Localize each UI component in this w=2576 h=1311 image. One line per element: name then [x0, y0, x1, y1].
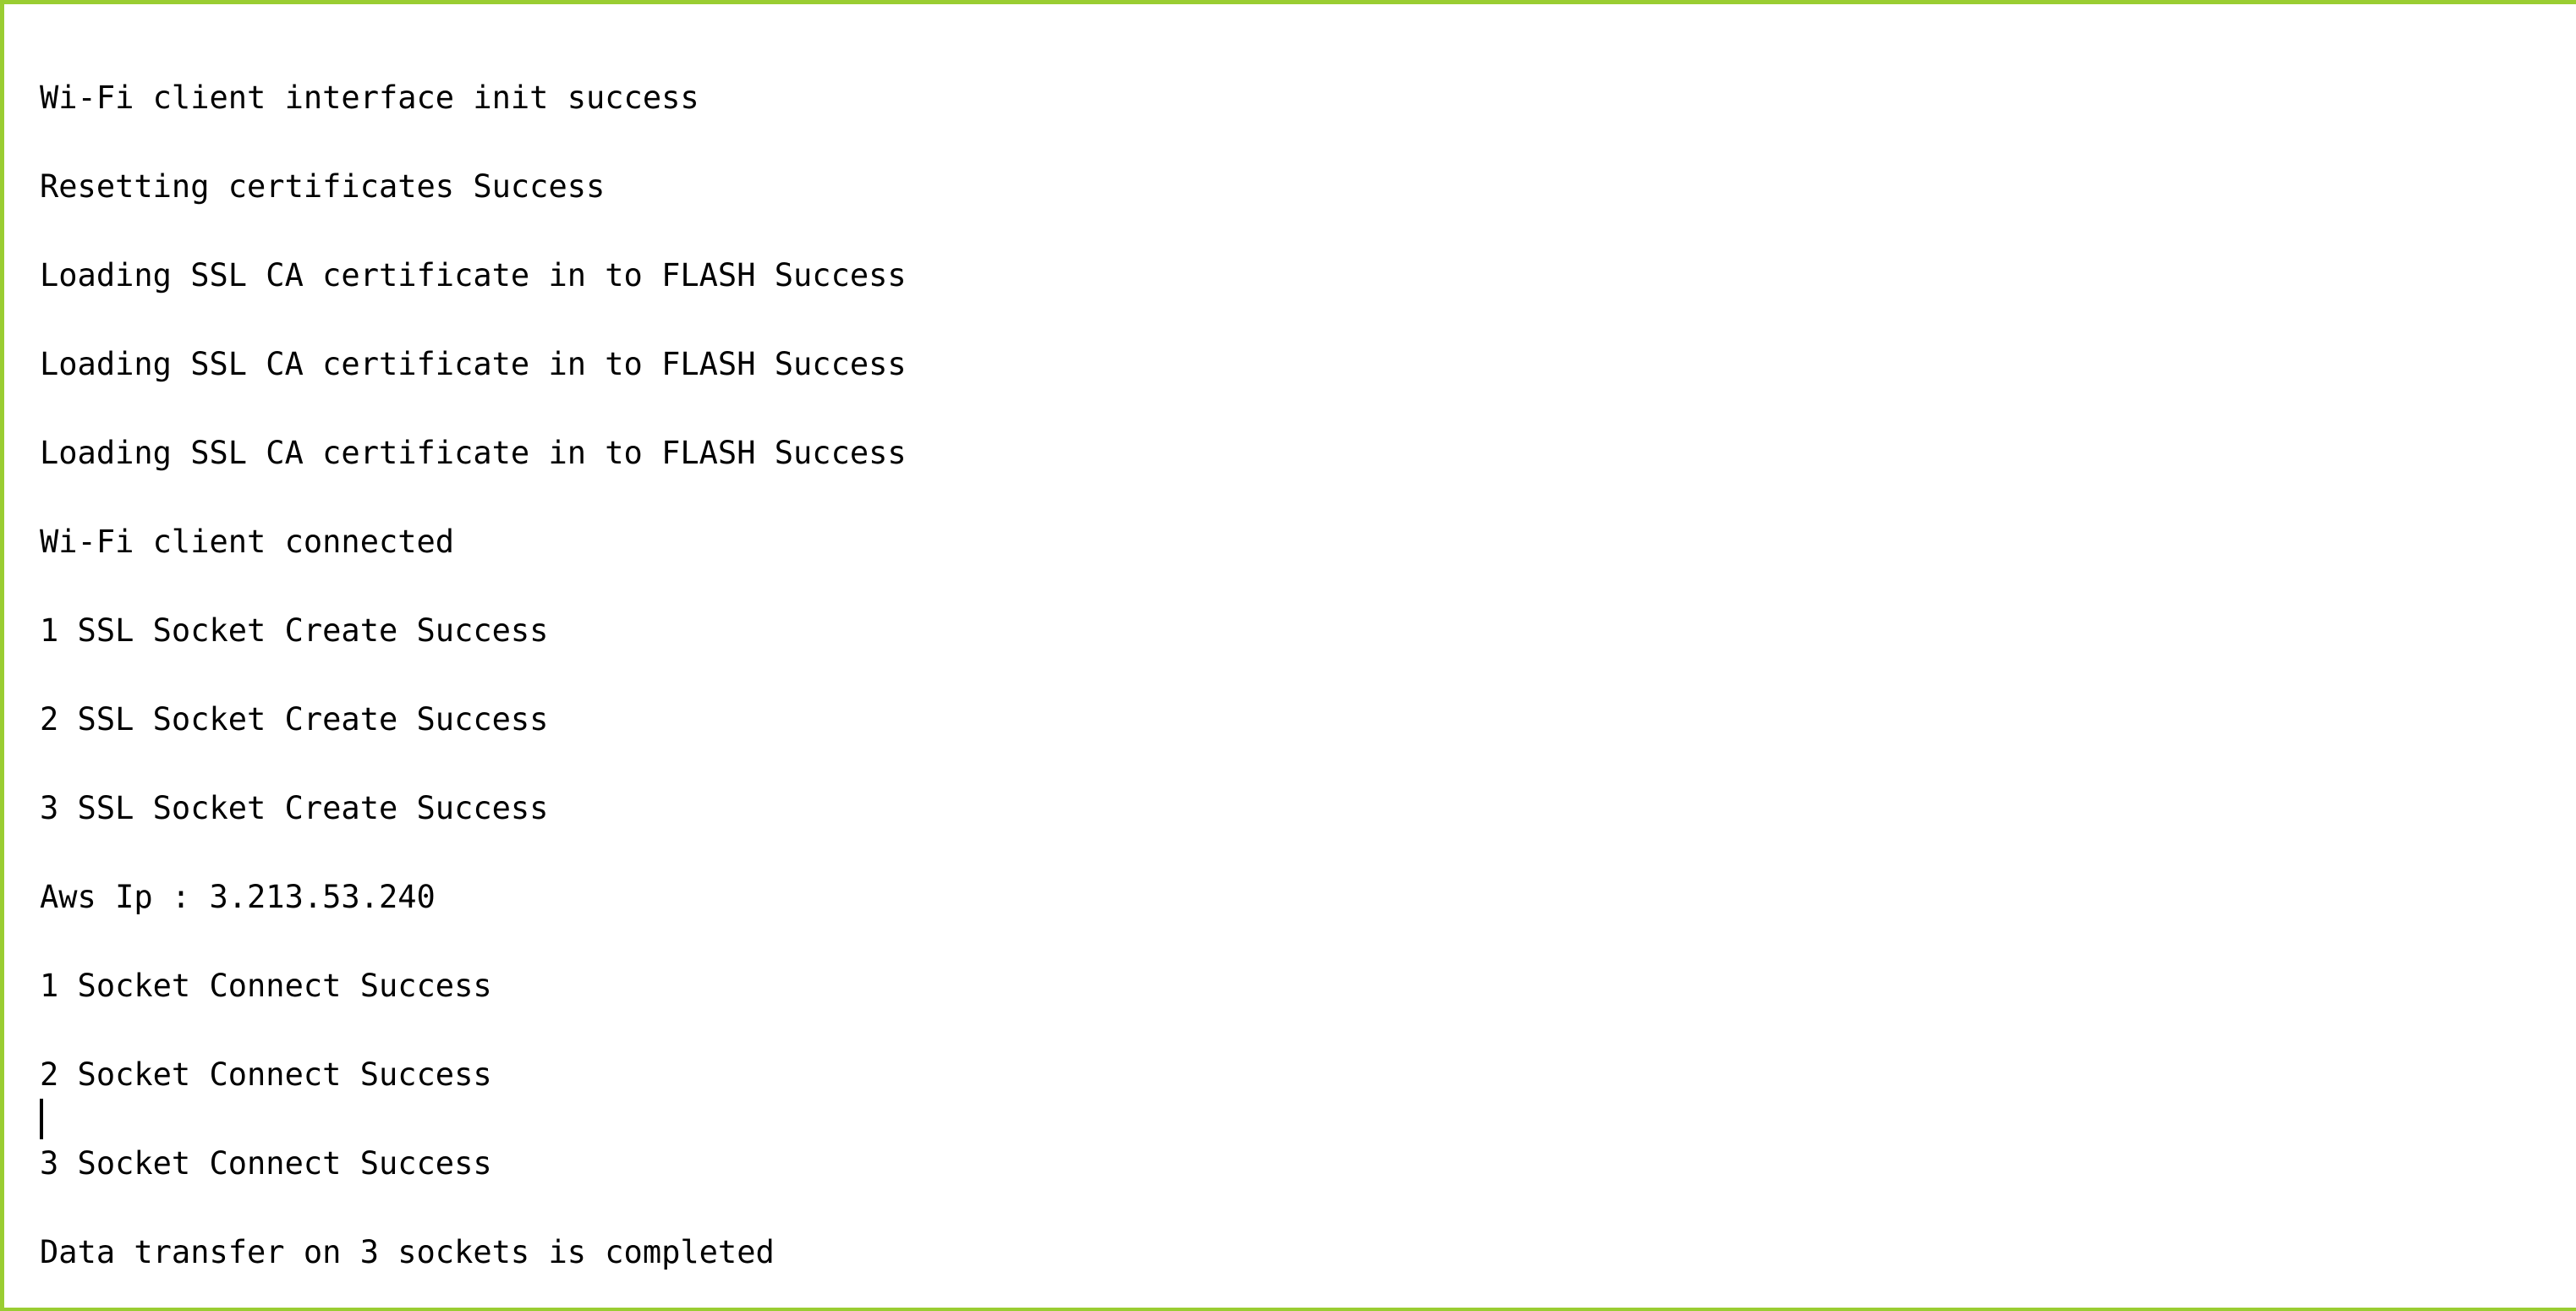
log-line: Loading SSL CA certificate in to FLASH S… [40, 435, 907, 471]
log-line: Loading SSL CA certificate in to FLASH S… [40, 346, 907, 382]
log-line: 3 Socket Connect Success [40, 1145, 492, 1182]
log-line: Wi-Fi client connected [40, 524, 455, 560]
text-cursor [40, 1099, 43, 1139]
log-line: Aws Ip : 3.213.53.240 [40, 879, 436, 915]
log-line: Wi-Fi client interface init success [40, 80, 699, 116]
log-line: Resetting certificates Success [40, 168, 606, 205]
log-line: 2 Socket Connect Success [40, 1056, 492, 1093]
log-line: 1 Socket Connect Success [40, 968, 492, 1004]
log-line: Data transfer on 3 sockets is completed [40, 1234, 775, 1270]
log-line: 1 SSL Socket Create Success [40, 612, 549, 649]
log-line: Loading SSL CA certificate in to FLASH S… [40, 257, 907, 293]
log-line: 2 SSL Socket Create Success [40, 701, 549, 738]
console-output[interactable]: Wi-Fi client interface init success Rese… [16, 9, 2576, 1304]
terminal-window: Wi-Fi client interface init success Rese… [0, 0, 2576, 1311]
log-line: 3 SSL Socket Create Success [40, 790, 549, 826]
